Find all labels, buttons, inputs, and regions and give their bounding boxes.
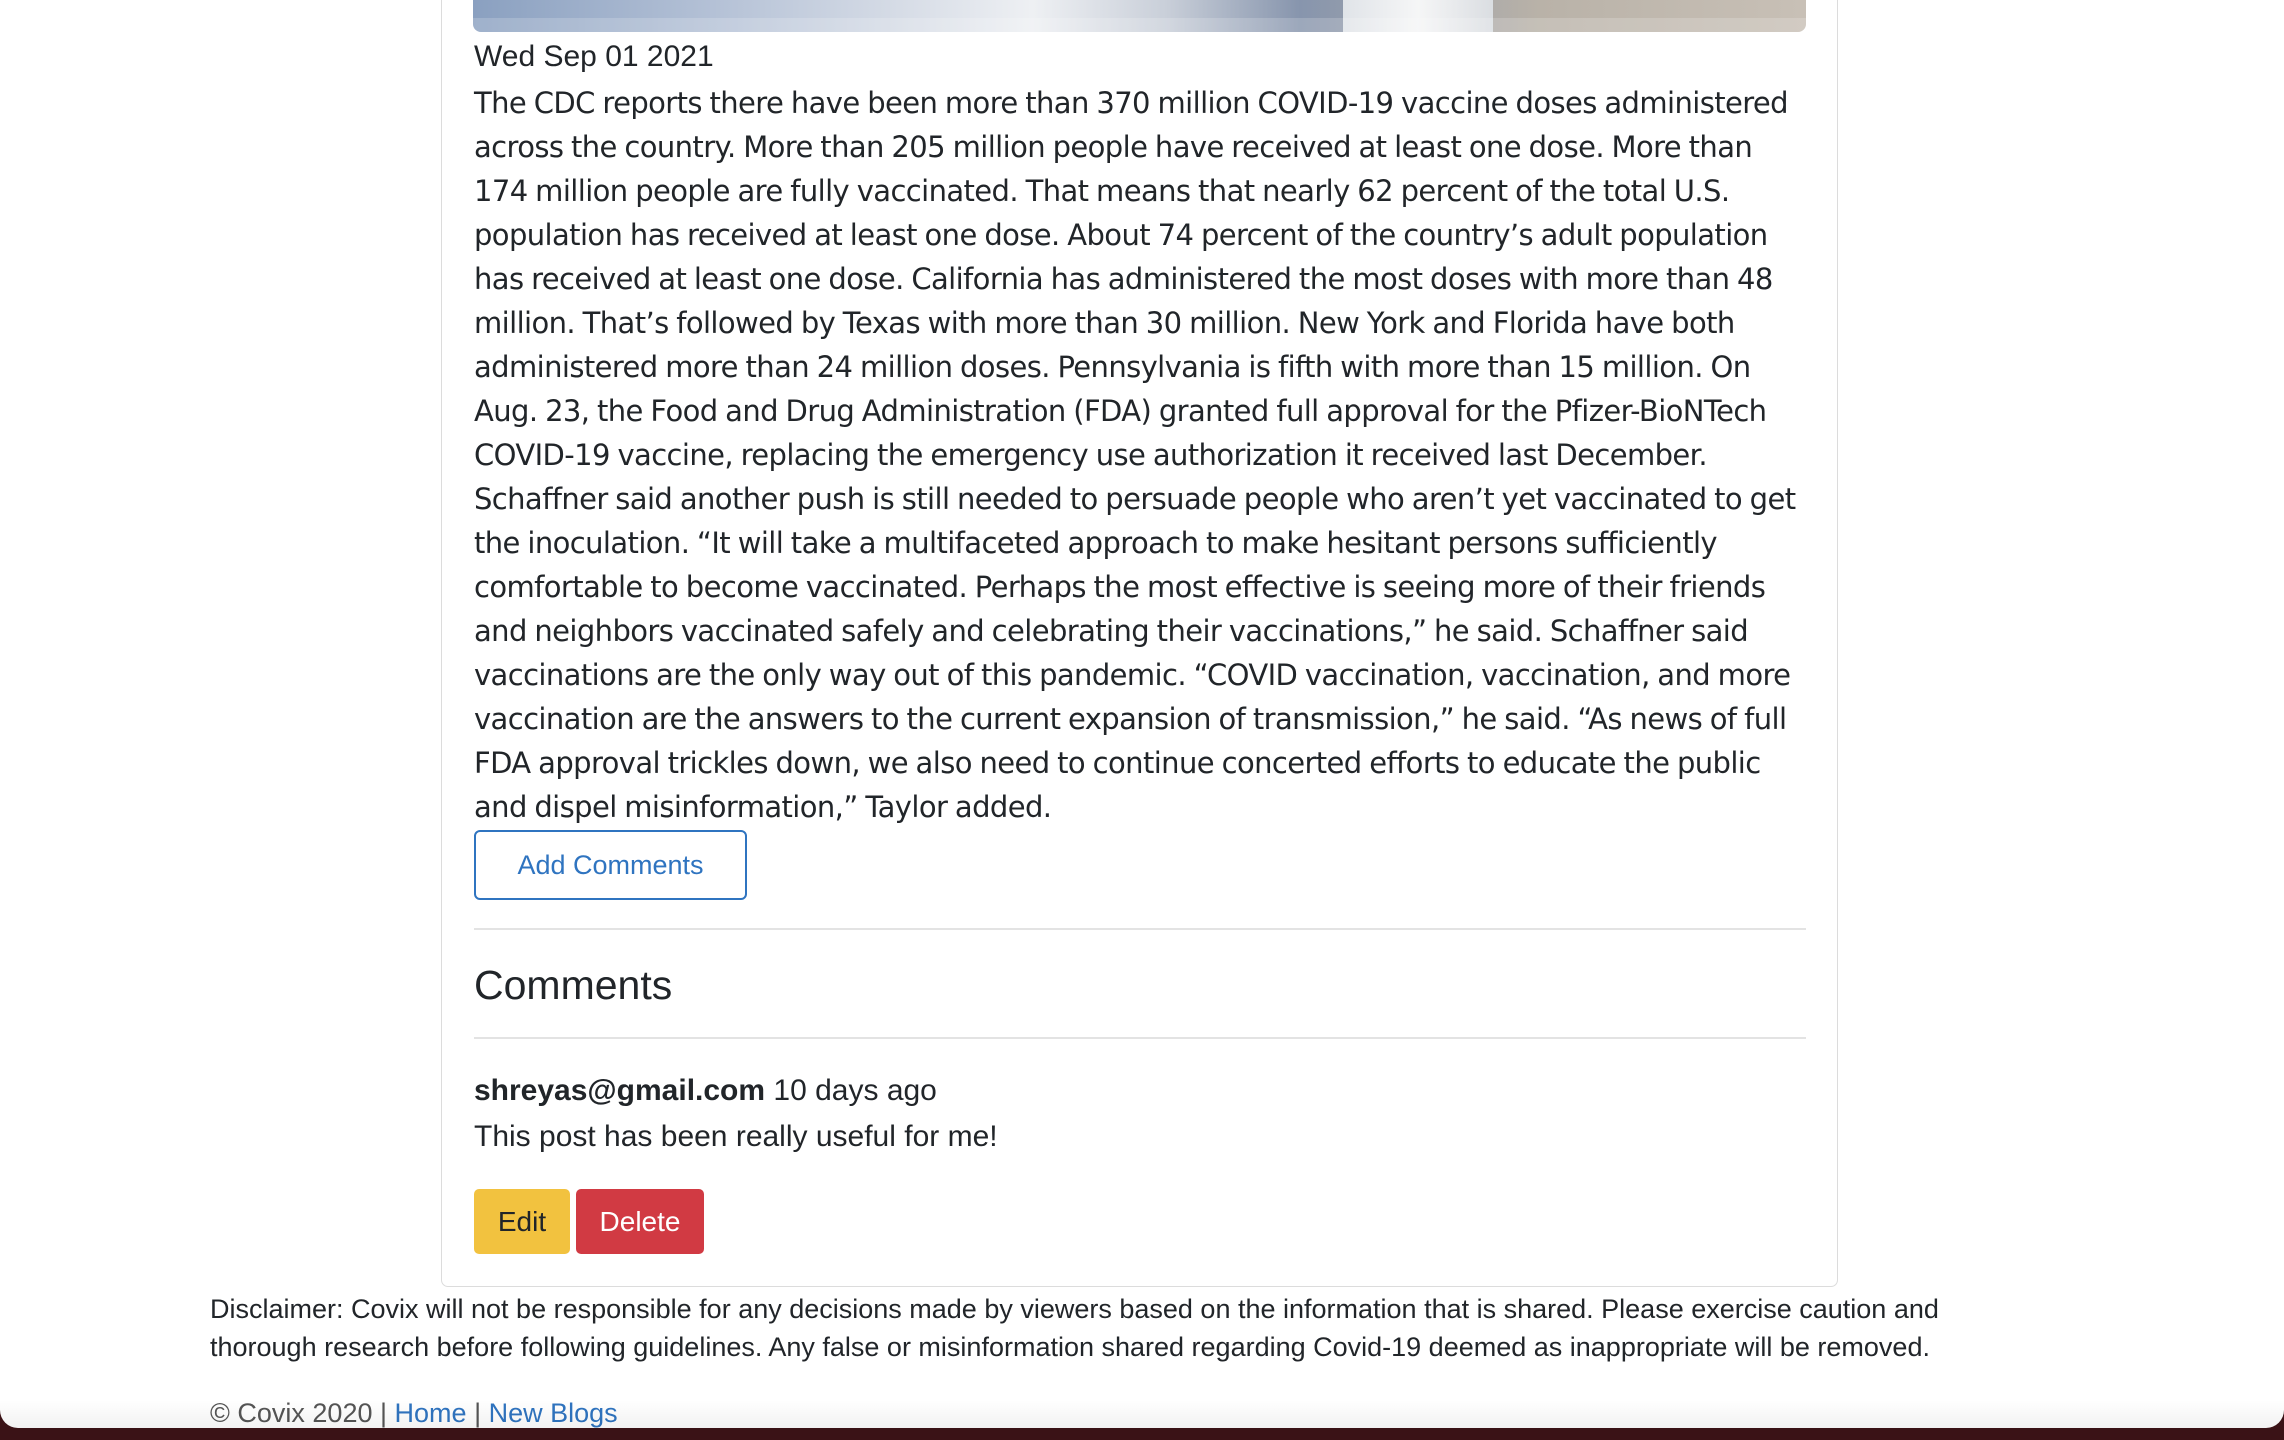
comment-text: This post has been really useful for me! xyxy=(474,1120,998,1153)
post-body-line: Aug. 23, the Food and Drug Administratio… xyxy=(474,394,1767,428)
add-comments-button[interactable]: Add Comments xyxy=(474,830,747,900)
divider xyxy=(474,928,1806,930)
divider xyxy=(474,1037,1806,1039)
delete-comment-button[interactable]: Delete xyxy=(576,1189,704,1254)
post-body-line: population has received at least one dos… xyxy=(474,218,1768,252)
post-body-line: across the country. More than 205 millio… xyxy=(474,130,1753,164)
post-date: Wed Sep 01 2021 xyxy=(474,40,714,73)
post-body: The CDC reports there have been more tha… xyxy=(474,81,1814,829)
post-body-line: FDA approval trickles down, we also need… xyxy=(474,746,1761,780)
post-body-line: vaccinations are the only way out of thi… xyxy=(474,658,1791,692)
disclaimer-line: thorough research before following guide… xyxy=(210,1332,1930,1362)
post-body-line: 174 million people are fully vaccinated.… xyxy=(474,174,1730,208)
comment-author: shreyas@gmail.com xyxy=(474,1074,766,1107)
post-body-line: and neighbors vaccinated safely and cele… xyxy=(474,614,1749,648)
post-body-line: million. That’s followed by Texas with m… xyxy=(474,306,1735,340)
post-body-line: has received at least one dose. Californ… xyxy=(474,262,1773,296)
post-body-line: comfortable to become vaccinated. Perhap… xyxy=(474,570,1766,604)
post-body-line: the inoculation. “It will take a multifa… xyxy=(474,526,1718,560)
copyright-text: © Covix 2020 xyxy=(210,1398,373,1428)
comment-meta: shreyas@gmail.com 10 days ago xyxy=(474,1070,937,1112)
post-image xyxy=(473,0,1806,32)
comments-heading: Comments xyxy=(474,962,673,1008)
post-body-line: vaccination are the answers to the curre… xyxy=(474,702,1787,736)
footer-separator: | xyxy=(380,1398,388,1428)
edit-comment-button[interactable]: Edit xyxy=(474,1189,570,1254)
footer-separator: | xyxy=(474,1398,482,1428)
post-body-line: The CDC reports there have been more tha… xyxy=(474,86,1789,120)
disclaimer-line: Disclaimer: Covix will not be responsibl… xyxy=(210,1294,1939,1324)
browser-viewport: Wed Sep 01 2021 The CDC reports there ha… xyxy=(0,0,2284,1428)
post-body-line: and dispel misinformation,” Taylor added… xyxy=(474,790,1052,824)
post-body-line: Schaffner said another push is still nee… xyxy=(474,482,1796,516)
home-link[interactable]: Home xyxy=(395,1398,467,1428)
post-body-line: administered more than 24 million doses.… xyxy=(474,350,1751,384)
new-blogs-link[interactable]: New Blogs xyxy=(489,1398,618,1428)
comment-time: 10 days ago xyxy=(773,1074,937,1107)
footer: © Covix 2020 | Home | New Blogs xyxy=(210,1394,618,1428)
disclaimer: Disclaimer: Covix will not be responsibl… xyxy=(210,1290,2090,1366)
post-body-line: COVID-19 vaccine, replacing the emergenc… xyxy=(474,438,1708,472)
